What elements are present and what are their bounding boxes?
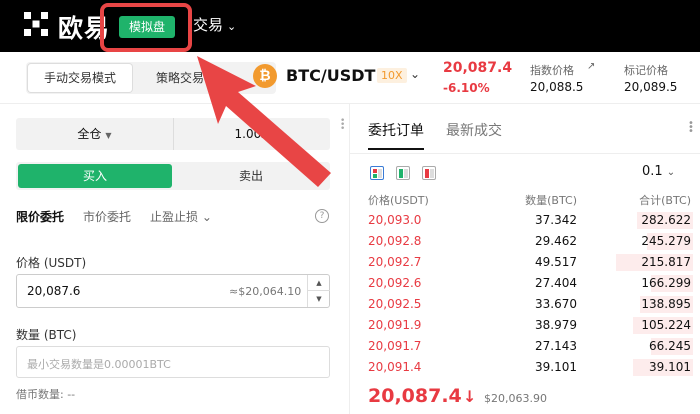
margin-mode-select[interactable]: 全仓 ▼ [16, 118, 173, 150]
ask-row[interactable]: 20,091.7 27.143 66.245 [350, 336, 700, 357]
chevron-down-icon: ⌄ [666, 167, 676, 178]
ask-quantity: 33.670 [535, 297, 577, 311]
column-price: 价格(USDT) [368, 194, 429, 207]
mid-price[interactable]: 20,087.4 [368, 385, 462, 407]
price-change: -6.10% [443, 81, 490, 95]
order-form-panel: 全仓 ▼ 1.00X 买入 卖出 限价委托 市价委托 止盈止损 ⌄ ? 价格 (U… [0, 104, 345, 414]
ask-quantity: 27.143 [535, 339, 577, 353]
price-value: 20,087.6 [27, 284, 81, 298]
caret-down-icon: ▼ [105, 131, 112, 140]
index-price-value: 20,088.5 [530, 80, 584, 94]
chevron-down-icon: ⌄ [227, 20, 237, 33]
ask-total: 215.817 [641, 255, 691, 269]
external-link-icon[interactable]: ↗ [587, 61, 595, 72]
index-price-label: 指数价格 [530, 64, 574, 77]
ask-total: 138.895 [641, 297, 691, 311]
borrow-amount: 借币数量: -- [16, 388, 76, 401]
tab-market-order[interactable]: 市价委托 [83, 208, 131, 225]
ask-price: 20,091.9 [368, 318, 422, 332]
mark-price-label: 标记价格 [624, 64, 668, 77]
view-bids-icon[interactable] [396, 166, 410, 180]
quantity-label: 数量 (BTC) [16, 328, 77, 342]
precision-value: 0.1 [642, 164, 663, 179]
price-stepper: ▲ ▼ [307, 275, 330, 307]
ask-quantity: 27.404 [535, 276, 577, 290]
ask-price: 20,092.8 [368, 234, 422, 248]
ask-quantity: 38.979 [535, 318, 577, 332]
sell-tab[interactable]: 卖出 [174, 164, 328, 188]
column-quantity: 数量(BTC) [525, 194, 577, 207]
quantity-placeholder: 最小交易数量是0.00001BTC [27, 358, 171, 371]
order-type-tabs: 限价委托 市价委托 止盈止损 ⌄ ? [16, 208, 330, 230]
margin-mode-label: 全仓 [77, 127, 102, 141]
ask-row[interactable]: 20,092.6 27.404 166.299 [350, 273, 700, 294]
order-book-tabs: 委托订单 最新成交 • • • [350, 104, 700, 154]
quantity-input[interactable]: 最小交易数量是0.00001BTC [16, 346, 330, 378]
ask-quantity: 39.101 [535, 360, 577, 374]
step-up-icon[interactable]: ▲ [308, 275, 330, 291]
tab-tp-sl-label: 止盈止损 [150, 210, 199, 224]
view-both-icon[interactable] [370, 166, 384, 180]
ask-row[interactable]: 20,093.0 37.342 282.622 [350, 210, 700, 231]
help-icon[interactable]: ? [315, 209, 329, 223]
last-price: 20,087.4 [443, 60, 513, 76]
margin-leverage-select[interactable]: 1.00X [173, 118, 330, 150]
ask-rows: 20,093.0 37.342 282.622 20,092.8 29.462 245.2… [350, 210, 700, 378]
ask-quantity: 37.342 [535, 213, 577, 227]
pair-chevron-down-icon[interactable]: ⌄ [410, 67, 420, 81]
step-down-icon[interactable]: ▼ [308, 291, 330, 307]
ask-total: 245.279 [641, 234, 691, 248]
ask-row[interactable]: 20,092.7 49.517 215.817 [350, 252, 700, 273]
price-input[interactable]: 20,087.6 ≈$20,064.10 ▲ ▼ [16, 274, 330, 308]
trade-menu[interactable]: 交易 ⌄ [193, 14, 236, 35]
ask-row[interactable]: 20,091.9 38.979 105.224 [350, 315, 700, 336]
trade-menu-label: 交易 [193, 16, 224, 34]
chevron-down-icon: ⌄ [198, 210, 212, 224]
ask-price: 20,092.5 [368, 297, 422, 311]
ask-total: 166.299 [641, 276, 691, 290]
strategy-mode-tab[interactable]: 策略交易模 [138, 64, 234, 92]
okx-logo-icon[interactable] [24, 12, 48, 36]
manual-mode-tab[interactable]: 手动交易模式 [28, 64, 132, 92]
order-book-header: 价格(USDT) 数量(BTC) 合计(BTC) [350, 192, 700, 210]
ask-total: 66.245 [649, 339, 691, 353]
leverage-badge: 10X [377, 68, 407, 83]
mid-price-usd: $20,063.90 [484, 392, 547, 405]
ask-quantity: 29.462 [535, 234, 577, 248]
view-asks-icon[interactable] [422, 166, 436, 180]
bitcoin-icon: ₿ [253, 64, 277, 88]
ask-total: 39.101 [649, 360, 691, 374]
ask-price: 20,091.4 [368, 360, 422, 374]
ask-price: 20,092.7 [368, 255, 422, 269]
panel-drag-handle-icon[interactable]: • • • [340, 117, 348, 134]
tab-limit-order[interactable]: 限价委托 [16, 208, 64, 225]
ask-row[interactable]: 20,091.4 39.101 39.101 [350, 357, 700, 378]
ask-total: 282.622 [641, 213, 691, 227]
price-label: 价格 (USDT) [16, 256, 87, 270]
price-converted: ≈$20,064.10 [229, 285, 302, 298]
trading-mode-switch: 手动交易模式 策略交易模 [26, 62, 276, 94]
tab-tp-sl[interactable]: 止盈止损 ⌄ [150, 208, 212, 225]
ask-row[interactable]: 20,092.5 33.670 138.895 [350, 294, 700, 315]
ask-row[interactable]: 20,092.8 29.462 245.279 [350, 231, 700, 252]
order-book-panel: 委托订单 最新成交 • • • 0.1 ⌄ 价格(USDT) 数量(BTC) 合计(B… [349, 104, 700, 414]
precision-select[interactable]: 0.1 ⌄ [642, 164, 675, 179]
side-switch: 买入 卖出 [16, 162, 330, 190]
mark-price-value: 20,089.5 [624, 80, 678, 94]
ask-quantity: 49.517 [535, 255, 577, 269]
buy-tab[interactable]: 买入 [18, 164, 172, 188]
ask-price: 20,093.0 [368, 213, 422, 227]
ask-price: 20,091.7 [368, 339, 422, 353]
column-total: 合计(BTC) [639, 194, 691, 207]
drag-handle-icon[interactable]: • • • [688, 119, 694, 137]
tab-latest-trades[interactable]: 最新成交 [446, 120, 502, 140]
tab-order-book[interactable]: 委托订单 [368, 120, 424, 150]
arrow-down-icon: ↓ [463, 387, 477, 406]
highlight-annotation [100, 3, 192, 52]
trading-pair[interactable]: BTC/USDT [286, 66, 375, 85]
margin-settings: 全仓 ▼ 1.00X [16, 118, 330, 150]
ask-total: 105.224 [641, 318, 691, 332]
ask-price: 20,092.6 [368, 276, 422, 290]
